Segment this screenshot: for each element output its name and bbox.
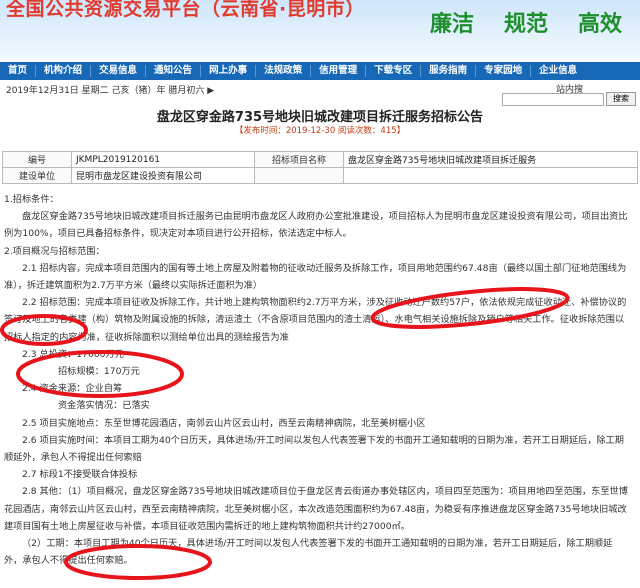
paragraph: 2.1 招标内容，完成本项目范围内的国有等土地上房屋及附着物的征收动迁服务及拆除… bbox=[4, 262, 627, 292]
nav-item-downloads[interactable]: 下载专区 bbox=[366, 62, 420, 80]
table-row: 编号 JKMPL2019120161 招标项目名称 盘龙区穿金路735号地块旧城… bbox=[2, 151, 638, 168]
table-row: 建设单位 昆明市盘龙区建设投资有限公司 bbox=[2, 167, 638, 184]
nav-item-credit[interactable]: 信用管理 bbox=[311, 62, 365, 80]
paragraph: 资金落实情况：已落实 bbox=[58, 400, 150, 412]
info-bar: 2019年12月31日 星期二 己亥（猪）年 腊月初六 ▶ 站内搜 搜索 bbox=[0, 80, 640, 106]
site-header: 全国公共资源交易平台（云南省·昆明市） 廉洁 规范 高效 bbox=[0, 0, 640, 62]
slogan-standard: 规范 bbox=[503, 12, 548, 37]
current-date: 2019年12月31日 星期二 己亥（猪）年 腊月初六 ▶ bbox=[6, 86, 215, 96]
nav-item-home[interactable]: 首页 bbox=[0, 62, 35, 80]
article-body: 1.招标条件： 盘龙区穿金路735号地块旧城改建项目拆迁服务已由昆明市盘龙区人政… bbox=[4, 191, 630, 569]
paragraph: 盘龙区穿金路735号地块旧城改建项目拆迁服务已由昆明市盘龙区人政府办公室批准建设… bbox=[4, 211, 628, 240]
table-cell-label: 建设单位 bbox=[2, 167, 72, 184]
search-button[interactable]: 搜索 bbox=[606, 92, 636, 106]
nav-item-trade-info[interactable]: 交易信息 bbox=[91, 62, 145, 80]
nav-item-online-services[interactable]: 网上办事 bbox=[201, 62, 255, 80]
table-cell-value: 盘龙区穿金路735号地块旧城改建项目拆迁服务 bbox=[343, 151, 638, 168]
paragraph: 2.2 招标范围：完成本项目征收及拆除工作，共计地上建构筑物面积约2.7万平方米… bbox=[4, 297, 627, 343]
table-cell-label: 招标项目名称 bbox=[254, 151, 344, 168]
table-cell-value: 昆明市盘龙区建设投资有限公司 bbox=[71, 167, 255, 184]
slogan-efficiency: 高效 bbox=[577, 12, 622, 37]
page-title: 盘龙区穿金路735号地块旧城改建项目拆迁服务招标公告 bbox=[156, 110, 484, 125]
main-nav: 首页 机构介绍 交易信息 通知公告 网上办事 法规政策 信用管理 下载专区 服务… bbox=[0, 62, 640, 80]
table-cell-label bbox=[254, 167, 344, 184]
paragraph: 2.5 项目实施地点：东至世博花园酒店，南邻云山片区云山村，西至云南精神病院，北… bbox=[22, 417, 426, 429]
project-info-table: 编号 JKMPL2019120161 招标项目名称 盘龙区穿金路735号地块旧城… bbox=[2, 151, 638, 184]
paragraph: 2.7 标段1不接受联合体投标 bbox=[22, 469, 138, 481]
slogans: 廉洁 规范 高效 bbox=[430, 6, 622, 38]
article-meta: 【发布时间：2019-12-30 阅读次数：415】 bbox=[234, 126, 406, 136]
paragraph: 2.4 资金来源：企业自筹 bbox=[22, 383, 123, 395]
section-heading: 1.招标条件： bbox=[4, 194, 59, 205]
search-input[interactable] bbox=[502, 93, 604, 106]
paragraph: 招标规模：170万元 bbox=[58, 366, 140, 378]
nav-item-enterprise[interactable]: 企业信息 bbox=[531, 62, 585, 80]
nav-item-service-guide[interactable]: 服务指南 bbox=[421, 62, 475, 80]
paragraph: （2）工期：本项目工期为40个日历天，具体进场/开工时间以发包人代表签署下发的书… bbox=[4, 538, 613, 567]
nav-item-experts[interactable]: 专家园地 bbox=[476, 62, 530, 80]
nav-item-about[interactable]: 机构介绍 bbox=[36, 62, 90, 80]
slogan-integrity: 廉洁 bbox=[429, 12, 474, 37]
nav-item-notices[interactable]: 通知公告 bbox=[146, 62, 200, 80]
paragraph: 2.6 项目实施时间：本项目工期为40个日历天，具体进场/开工时间以发包人代表签… bbox=[4, 434, 624, 464]
table-cell-value bbox=[343, 167, 638, 184]
paragraph: 2.3 总投资：17000万元 bbox=[22, 348, 124, 360]
nav-item-regulations[interactable]: 法规政策 bbox=[256, 62, 310, 80]
paragraph: 2.8 其他：（1）项目概况，盘龙区穿金路735号地块旧城改建项目位于盘龙区青云… bbox=[4, 486, 628, 532]
table-cell-label: 编号 bbox=[2, 151, 72, 168]
section-heading: 2.项目概况与招标范围： bbox=[4, 245, 105, 257]
table-cell-value: JKMPL2019120161 bbox=[71, 151, 255, 168]
site-title: 全国公共资源交易平台（云南省·昆明市） bbox=[6, 0, 365, 20]
